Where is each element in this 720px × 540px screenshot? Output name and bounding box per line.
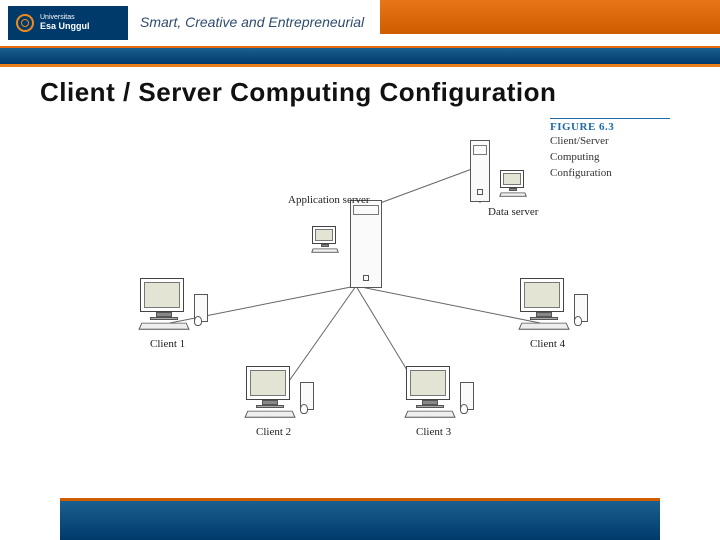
keyboard-icon [311,248,339,252]
client-1 [140,278,188,330]
client-2 [246,366,294,418]
figure-number: FIGURE 6.3 [550,121,670,133]
data-server [470,140,490,202]
slide-footer [0,498,720,540]
label-app-server: Application server [288,194,370,206]
mouse-icon [300,404,308,414]
keyboard-icon [518,323,569,330]
figure-title-l3: Configuration [550,167,670,181]
header-blue-band [0,48,720,64]
mouse-icon [574,316,582,326]
figure-title-l1: Client/Server [550,135,670,149]
keyboard-icon [404,411,455,418]
brand-logo: Universitas Esa Unggul [8,6,128,40]
header-orange-band [380,0,720,34]
logo-mark-icon [16,14,34,32]
tagline: Smart, Creative and Entrepreneurial [140,14,364,30]
keyboard-icon [138,323,189,330]
label-data-server: Data server [488,206,538,218]
figure-rule [550,118,670,119]
slide-header: Universitas Esa Unggul Smart, Creative a… [0,0,720,48]
keyboard-icon [244,411,295,418]
label-client-4: Client 4 [530,338,565,350]
client-4 [520,278,568,330]
mouse-icon [194,316,202,326]
client-3 [406,366,454,418]
label-client-2: Client 2 [256,426,291,438]
mouse-icon [460,404,468,414]
footer-blue-bar [60,498,660,540]
server-tower-icon [470,140,490,202]
monitor-icon [500,170,524,188]
monitor-icon [246,366,290,400]
figure-caption: FIGURE 6.3 Client/Server Computing Confi… [550,118,670,180]
figure-title-l2: Computing [550,151,670,165]
application-server-terminal [312,226,338,253]
label-client-1: Client 1 [150,338,185,350]
data-server-terminal [500,170,526,197]
diagram: FIGURE 6.3 Client/Server Computing Confi… [50,108,670,478]
application-server [350,200,382,288]
slide-title: Client / Server Computing Configuration [0,67,720,114]
label-client-3: Client 3 [416,426,451,438]
server-tower-icon [350,200,382,288]
brand-text: Universitas Esa Unggul [40,14,90,32]
monitor-icon [520,278,564,312]
monitor-icon [312,226,336,244]
monitor-icon [406,366,450,400]
brand-name: Esa Unggul [40,21,90,31]
monitor-icon [140,278,184,312]
keyboard-icon [499,192,527,196]
